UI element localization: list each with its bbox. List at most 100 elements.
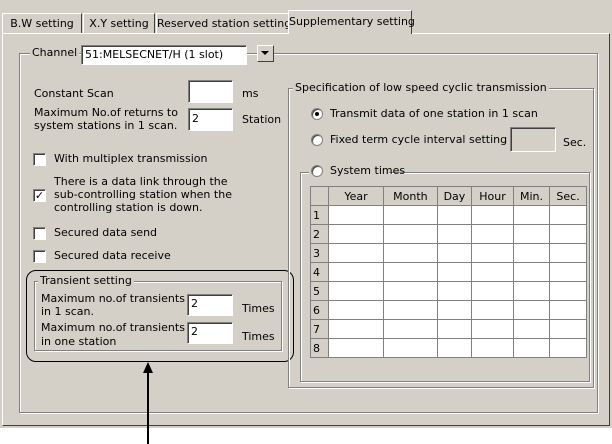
table-cell[interactable] [549, 262, 587, 282]
checkmark-icon: ✓ [34, 189, 45, 202]
table-cell[interactable] [436, 205, 473, 225]
row-header: 6 [310, 300, 329, 320]
column-header-min: Min. [512, 186, 551, 206]
table-cell[interactable] [328, 300, 384, 320]
fixed-term-interval-input[interactable] [510, 127, 556, 152]
table-cell[interactable] [549, 338, 587, 358]
table-cell[interactable] [512, 262, 551, 282]
transmit-one-station-radio[interactable] [311, 108, 323, 120]
table-cell[interactable] [549, 281, 587, 301]
table-row: 3 [310, 243, 587, 263]
table-cell[interactable] [383, 300, 438, 320]
table-cell[interactable] [471, 281, 514, 301]
row-header: 4 [310, 262, 329, 282]
table-row: 6 [310, 300, 587, 320]
fixed-term-cycle-radio[interactable] [311, 134, 323, 146]
table-cell[interactable] [512, 243, 551, 263]
max-returns-value: 2 [192, 112, 199, 125]
table-cell[interactable] [471, 300, 514, 320]
table-cell[interactable] [328, 281, 384, 301]
table-cell[interactable] [512, 338, 551, 358]
multiplex-transmission-label: With multiplex transmission [54, 152, 208, 165]
transmit-one-station-label: Transmit data of one station in 1 scan [330, 107, 538, 120]
column-header-day: Day [436, 186, 473, 206]
table-corner [310, 186, 329, 206]
table-cell[interactable] [383, 205, 438, 225]
multiplex-transmission-checkbox[interactable] [33, 153, 46, 166]
tab-label: Supplementary setting [289, 15, 415, 28]
channel-value: 51:MELSECNET/H (1 slot) [85, 48, 224, 61]
chevron-down-icon [261, 51, 269, 55]
table-cell[interactable] [328, 338, 384, 358]
table-cell[interactable] [549, 300, 587, 320]
low-speed-cyclic-title: Specification of low speed cyclic transm… [293, 81, 549, 94]
column-header-hour: Hour [471, 186, 514, 206]
constant-scan-label: Constant Scan [34, 87, 114, 100]
table-cell[interactable] [512, 224, 551, 244]
column-header-year: Year [328, 186, 384, 206]
row-header: 2 [310, 224, 329, 244]
table-cell[interactable] [471, 205, 514, 225]
table-row: 1 [310, 205, 587, 225]
table-row: 7 [310, 319, 587, 339]
table-cell[interactable] [383, 319, 438, 339]
table-cell[interactable] [471, 338, 514, 358]
column-header-month: Month [383, 186, 438, 206]
table-cell[interactable] [328, 205, 384, 225]
table-cell[interactable] [328, 243, 384, 263]
table-row: 4 [310, 262, 587, 282]
channel-select[interactable]: 51:MELSECNET/H (1 slot) [81, 45, 247, 65]
tab-label: B.W setting [10, 17, 74, 30]
table-cell[interactable] [549, 319, 587, 339]
table-cell[interactable] [436, 262, 473, 282]
secured-data-send-checkbox[interactable] [33, 227, 46, 240]
table-cell[interactable] [436, 319, 473, 339]
sub-controlling-label-line3: controlling station is down. [54, 201, 203, 214]
table-cell[interactable] [383, 281, 438, 301]
max-returns-input[interactable]: 2 [188, 108, 233, 131]
table-cell[interactable] [549, 243, 587, 263]
constant-scan-unit: ms [242, 87, 259, 100]
row-header: 3 [310, 243, 329, 263]
tab-xy-setting[interactable]: X.Y setting [83, 13, 155, 33]
table-cell[interactable] [436, 300, 473, 320]
table-cell[interactable] [512, 300, 551, 320]
table-cell[interactable] [383, 243, 438, 263]
callout-outline [26, 270, 294, 362]
table-cell[interactable] [383, 224, 438, 244]
table-cell[interactable] [436, 281, 473, 301]
table-cell[interactable] [471, 319, 514, 339]
system-times-radio[interactable] [311, 165, 323, 177]
secured-data-receive-checkbox[interactable] [33, 250, 46, 263]
table-cell[interactable] [383, 338, 438, 358]
tab-supplementary-setting[interactable]: Supplementary setting [288, 10, 415, 34]
channel-dropdown-button[interactable] [257, 45, 274, 62]
table-cell[interactable] [512, 319, 551, 339]
table-cell[interactable] [436, 224, 473, 244]
max-returns-unit: Station [242, 113, 282, 126]
table-cell[interactable] [436, 338, 473, 358]
table-cell[interactable] [328, 224, 384, 244]
fixed-term-interval-unit: Sec. [563, 136, 587, 149]
table-cell[interactable] [436, 243, 473, 263]
table-cell[interactable] [471, 262, 514, 282]
table-cell[interactable] [549, 205, 587, 225]
row-header: 7 [310, 319, 329, 339]
table-cell[interactable] [328, 319, 384, 339]
sub-controlling-datalink-checkbox[interactable]: ✓ [33, 189, 46, 202]
table-cell[interactable] [512, 205, 551, 225]
table-cell[interactable] [512, 281, 551, 301]
table-cell[interactable] [328, 262, 384, 282]
tab-reserved-station-setting[interactable]: Reserved station setting [156, 13, 292, 33]
fixed-term-cycle-label: Fixed term cycle interval setting [330, 133, 508, 146]
table-cell[interactable] [471, 243, 514, 263]
row-header: 1 [310, 205, 329, 225]
tab-bw-setting[interactable]: B.W setting [2, 13, 82, 33]
constant-scan-input[interactable] [188, 80, 233, 103]
table-cell[interactable] [549, 224, 587, 244]
callout-arrow-line [147, 372, 149, 444]
tab-label: Reserved station setting [157, 17, 292, 30]
channel-label: Channel [30, 46, 80, 60]
table-cell[interactable] [383, 262, 438, 282]
table-cell[interactable] [471, 224, 514, 244]
